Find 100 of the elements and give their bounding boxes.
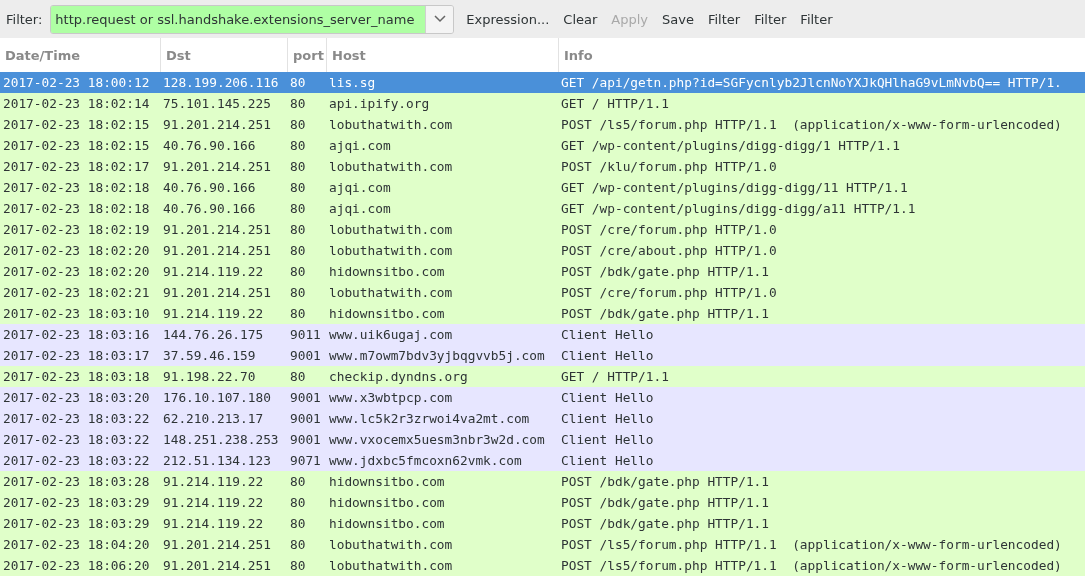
packet-row[interactable]: 2017-02-23 18:02:20 91.214.119.22 80 hidownsitbo.com POST /bdk/gate.php HTTP/1.1: [0, 261, 1085, 282]
table-cell-text: 80: [289, 243, 307, 258]
packet-row[interactable]: 2017-02-23 18:03:22 148.251.238.253 9001 www.vxocemx5uesm3nbr3w2d.com Client Hello: [0, 429, 1085, 450]
packet-row[interactable]: 2017-02-23 18:02:17 91.201.214.251 80 lobuthatwith.com POST /klu/forum.php HTTP/1.0: [0, 156, 1085, 177]
table-cell-text: 75.101.145.225: [162, 96, 272, 111]
packet-row[interactable]: 2017-02-23 18:02:15 40.76.90.166 80 ajqi.com GET /wp-content/plugins/digg-digg/1 HTTP/1.1: [0, 135, 1085, 156]
table-cell-text: 80: [289, 285, 307, 300]
table-cell-text: GET /api/getn.php?id=SGFycnlyb2JlcnNoYXJkQHlhaG9vLmNvbQ== HTTP/1.: [560, 75, 1063, 90]
packet-row[interactable]: 2017-02-23 18:03:10 91.214.119.22 80 hidownsitbo.com POST /bdk/gate.php HTTP/1.1: [0, 303, 1085, 324]
table-cell-text: 9001: [289, 411, 322, 426]
table-cell-text: ajqi.com: [328, 201, 392, 216]
table-cell-text: Client Hello: [560, 411, 655, 426]
table-cell-text: 80: [289, 117, 307, 132]
table-cell-text: 80: [289, 558, 307, 573]
table-cell-text: 2017-02-23 18:02:18: [2, 180, 151, 195]
table-cell-text: ajqi.com: [328, 180, 392, 195]
table-cell-text: 176.10.107.180: [162, 390, 272, 405]
table-cell-text: Client Hello: [560, 432, 655, 447]
packet-row[interactable]: 2017-02-23 18:03:16 144.76.26.175 9011 www.uik6ugaj.com Client Hello: [0, 324, 1085, 345]
table-cell-text: 2017-02-23 18:03:17: [2, 348, 151, 363]
table-cell-text: www.uik6ugaj.com: [328, 327, 454, 342]
table-cell-text: 80: [289, 474, 307, 489]
table-cell-text: 2017-02-23 18:00:12: [2, 75, 151, 90]
packet-row[interactable]: 2017-02-23 18:03:22 62.210.213.17 9001 www.lc5k2r3zrwoi4va2mt.com Client Hello: [0, 408, 1085, 429]
table-cell-text: 9001: [289, 348, 322, 363]
packet-row[interactable]: 2017-02-23 18:03:29 91.214.119.22 80 hidownsitbo.com POST /bdk/gate.php HTTP/1.1: [0, 513, 1085, 534]
packet-row[interactable]: 2017-02-23 18:03:22 212.51.134.123 9071 www.jdxbc5fmcoxn62vmk.com Client Hello: [0, 450, 1085, 471]
table-cell-text: GET /wp-content/plugins/digg-digg/1 HTTP/1.1: [560, 138, 901, 153]
filter-field[interactable]: http.request or ssl.handshake.extensions_server_name: [50, 4, 455, 34]
packet-row[interactable]: 2017-02-23 18:02:18 40.76.90.166 80 ajqi.com GET /wp-content/plugins/digg-digg/11 HTTP/1.1: [0, 177, 1085, 198]
packet-row[interactable]: 2017-02-23 18:06:20 91.201.214.251 80 lobuthatwith.com POST /ls5/forum.php HTTP/1.1 (application/x-www-form-urlencoded): [0, 555, 1085, 576]
packet-row[interactable]: 2017-02-23 18:04:20 91.201.214.251 80 lobuthatwith.com POST /ls5/forum.php HTTP/1.1 (application/x-www-form-urlencoded): [0, 534, 1085, 555]
packet-row[interactable]: 2017-02-23 18:02:15 91.201.214.251 80 lobuthatwith.com POST /ls5/forum.php HTTP/1.1 (application/x-www-form-urlencoded): [0, 114, 1085, 135]
table-cell-text: 91.198.22.70: [162, 369, 257, 384]
table-cell-text: POST /ls5/forum.php HTTP/1.1 (application/x-www-form-urlencoded): [560, 537, 1063, 552]
table-cell-text: GET /wp-content/plugins/digg-digg/a11 HTTP/1.1: [560, 201, 917, 216]
table-cell-text: 91.201.214.251: [162, 117, 272, 132]
packet-row[interactable]: 2017-02-23 18:03:20 176.10.107.180 9001 www.x3wbtpcp.com Client Hello: [0, 387, 1085, 408]
table-cell-text: 2017-02-23 18:03:18: [2, 369, 151, 384]
packet-row[interactable]: 2017-02-23 18:03:28 91.214.119.22 80 hidownsitbo.com POST /bdk/gate.php HTTP/1.1: [0, 471, 1085, 492]
table-cell-text: 2017-02-23 18:02:15: [2, 138, 151, 153]
table-cell-text: 144.76.26.175: [162, 327, 265, 342]
table-cell-text: 2017-02-23 18:02:14: [2, 96, 151, 111]
table-cell-text: lobuthatwith.com: [328, 222, 454, 237]
toolbar-button[interactable]: Filter: [794, 7, 839, 31]
toolbar-button[interactable]: Clear: [557, 7, 604, 31]
table-cell-text: 2017-02-23 18:02:19: [2, 222, 151, 237]
table-cell-text: 91.201.214.251: [162, 222, 272, 237]
toolbar-button[interactable]: Filter: [701, 7, 747, 31]
table-cell-text: hidownsitbo.com: [328, 516, 446, 531]
table-cell-text: Client Hello: [560, 453, 655, 468]
packet-row[interactable]: 2017-02-23 18:02:18 40.76.90.166 80 ajqi.com GET /wp-content/plugins/digg-digg/a11 HTTP/1.1: [0, 198, 1085, 219]
packet-row[interactable]: 2017-02-23 18:03:18 91.198.22.70 80 checkip.dyndns.org GET / HTTP/1.1: [0, 366, 1085, 387]
table-cell-text: 2017-02-23 18:03:20: [2, 390, 151, 405]
table-cell-text: 91.201.214.251: [162, 285, 272, 300]
chevron-down-icon: [433, 15, 446, 23]
table-cell-text: POST /bdk/gate.php HTTP/1.1: [560, 474, 771, 489]
table-cell-text: hidownsitbo.com: [328, 474, 446, 489]
table-cell-text: lobuthatwith.com: [328, 558, 454, 573]
table-cell-text: www.jdxbc5fmcoxn62vmk.com: [328, 453, 523, 468]
table-cell-text: 91.214.119.22: [162, 474, 265, 489]
table-cell-text: 9001: [289, 432, 322, 447]
table-cell-text: 148.251.238.253: [162, 432, 280, 447]
table-cell-text: 2017-02-23 18:03:22: [2, 453, 151, 468]
table-cell-text: ajqi.com: [328, 138, 392, 153]
table-cell-text: lobuthatwith.com: [328, 537, 454, 552]
toolbar-button[interactable]: Filter: [748, 7, 793, 31]
table-cell-text: 80: [289, 495, 307, 510]
table-cell-text: lobuthatwith.com: [328, 159, 454, 174]
table-cell-text: 2017-02-23 18:03:28: [2, 474, 151, 489]
table-cell-text: 80: [289, 75, 307, 90]
toolbar-button[interactable]: Save: [656, 7, 700, 31]
table-cell-text: checkip.dyndns.org: [328, 369, 469, 384]
packet-row[interactable]: 2017-02-23 18:03:17 37.59.46.159 9001 www.m7owm7bdv3yjbqgvvb5j.com Client Hello: [0, 345, 1085, 366]
table-cell-text: 2017-02-23 18:02:21: [2, 285, 151, 300]
table-cell-text: hidownsitbo.com: [328, 264, 446, 279]
table-cell-text: 40.76.90.166: [162, 180, 257, 195]
dropdown-button[interactable]: [425, 5, 454, 33]
table-cell-text: POST /bdk/gate.php HTTP/1.1: [560, 516, 771, 531]
table-cell-text: hidownsitbo.com: [328, 495, 446, 510]
packet-row[interactable]: 2017-02-23 18:02:21 91.201.214.251 80 lobuthatwith.com POST /cre/forum.php HTTP/1.0: [0, 282, 1085, 303]
packet-row[interactable]: 2017-02-23 18:02:19 91.201.214.251 80 lobuthatwith.com POST /cre/forum.php HTTP/1.0: [0, 219, 1085, 240]
table-cell-text: api.ipify.org: [328, 96, 431, 111]
toolbar-button[interactable]: Expression...: [460, 7, 556, 31]
table-cell-text: GET / HTTP/1.1: [560, 96, 670, 111]
table-cell-text: 91.201.214.251: [162, 558, 272, 573]
table-cell-text: 40.76.90.166: [162, 138, 257, 153]
table-cell-text: Client Hello: [560, 348, 655, 363]
table-cell-text: 91.214.119.22: [162, 516, 265, 531]
table-cell-text: 2017-02-23 18:03:10: [2, 306, 151, 321]
packet-row[interactable]: 2017-02-23 18:02:20 91.201.214.251 80 lobuthatwith.com POST /cre/about.php HTTP/1.0: [0, 240, 1085, 261]
packet-row[interactable]: 2017-02-23 18:03:29 91.214.119.22 80 hidownsitbo.com POST /bdk/gate.php HTTP/1.1: [0, 492, 1085, 513]
table-cell-text: 91.201.214.251: [162, 243, 272, 258]
table-cell-text: 2017-02-23 18:02:20: [2, 243, 151, 258]
packet-row[interactable]: 2017-02-23 18:02:14 75.101.145.225 80 api.ipify.org GET / HTTP/1.1: [0, 93, 1085, 114]
table-cell-text: 91.201.214.251: [162, 159, 272, 174]
table-cell-text: 212.51.134.123: [162, 453, 272, 468]
table-cell-text: lis.sg: [328, 75, 377, 90]
table-cell-text: 62.210.213.17: [162, 411, 265, 426]
table-cell-text: 2017-02-23 18:04:20: [2, 537, 151, 552]
